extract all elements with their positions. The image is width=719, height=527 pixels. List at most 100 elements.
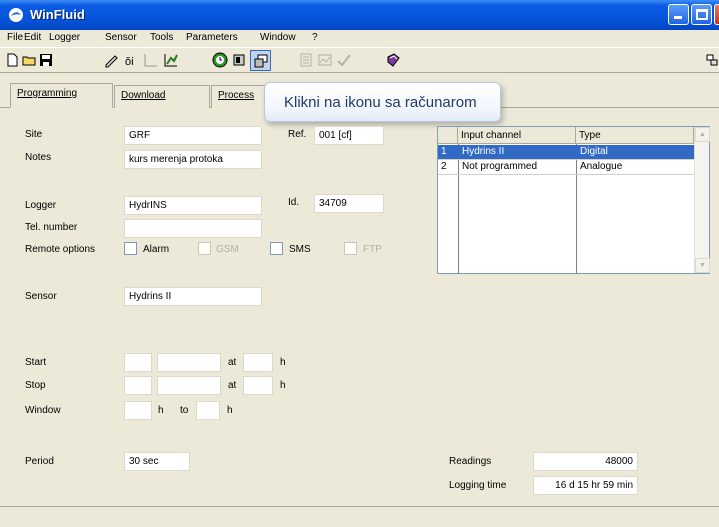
- site-label: Site: [25, 129, 43, 140]
- clock-icon[interactable]: [212, 52, 228, 68]
- tab-download-label: Download: [121, 90, 166, 101]
- grid-scrollbar[interactable]: ▲ ▼: [694, 127, 710, 273]
- tel-number-field[interactable]: [124, 219, 262, 238]
- sensor-field[interactable]: Hydrins II: [124, 287, 262, 306]
- sms-checkbox[interactable]: [270, 242, 283, 255]
- menu-tools[interactable]: Tools: [150, 32, 173, 43]
- network-icon[interactable]: [704, 52, 719, 68]
- table-row-2-type[interactable]: Analogue: [577, 160, 694, 174]
- stop-label: Stop: [25, 380, 46, 391]
- status-bar: [0, 506, 719, 527]
- maximize-button[interactable]: [691, 4, 712, 25]
- tab-process[interactable]: Process: [211, 85, 271, 108]
- stop-hour-field[interactable]: [243, 376, 273, 395]
- window-title: WinFluid: [30, 7, 85, 22]
- start-day-field[interactable]: [124, 353, 152, 372]
- logger-field[interactable]: HydrINS: [124, 196, 262, 215]
- window-to-label: to: [180, 405, 189, 416]
- book-icon[interactable]: [385, 52, 401, 68]
- table-row-2-channel[interactable]: Not programmed: [459, 160, 576, 174]
- list-icon: [300, 53, 312, 67]
- menu-parameters[interactable]: Parameters: [186, 32, 238, 43]
- tab-programming-label: Programming: [17, 88, 78, 99]
- check-disabled-icon: [337, 54, 351, 67]
- graph-disabled-icon: [318, 54, 332, 66]
- window-from-field[interactable]: [124, 401, 152, 420]
- table-row-1-num[interactable]: 1: [438, 145, 458, 159]
- stop-date-field[interactable]: [157, 376, 221, 395]
- svg-text:ŏi: ŏi: [125, 56, 134, 68]
- id-label: Id.: [288, 197, 300, 208]
- scroll-down-icon[interactable]: ▼: [695, 258, 710, 273]
- chart-icon[interactable]: [163, 52, 179, 68]
- app-icon: [9, 8, 23, 22]
- window-label: Window: [25, 405, 61, 416]
- menu-file[interactable]: File: [7, 32, 23, 43]
- title-bar[interactable]: WinFluid: [0, 0, 719, 30]
- menu-sensor[interactable]: Sensor: [105, 32, 137, 43]
- ftp-checkbox: [344, 242, 357, 255]
- sms-label: SMS: [289, 244, 311, 255]
- logger-label: Logger: [25, 200, 57, 211]
- grid-row-divider: [438, 174, 694, 175]
- window-from-h-label: h: [158, 405, 164, 416]
- grid-header-num[interactable]: [438, 127, 458, 144]
- stop-day-field[interactable]: [124, 376, 152, 395]
- close-button[interactable]: [714, 4, 719, 25]
- chart-empty-icon[interactable]: [143, 52, 159, 68]
- logging-time-label: Logging time: [449, 480, 507, 491]
- minimize-button[interactable]: [668, 4, 689, 25]
- stop-h-label: h: [280, 380, 286, 391]
- window-to-field[interactable]: [196, 401, 220, 420]
- menu-edit[interactable]: Edit: [24, 32, 41, 43]
- readings-label: Readings: [449, 456, 492, 467]
- gsm-checkbox: [198, 242, 211, 255]
- notes-field[interactable]: kurs merenja protoka: [124, 150, 262, 169]
- new-file-icon[interactable]: [4, 52, 20, 68]
- id-field[interactable]: 34709: [314, 194, 384, 213]
- grid-header-input-channel[interactable]: Input channel: [458, 127, 576, 144]
- computer-button[interactable]: [250, 50, 271, 71]
- tooltip: Klikni na ikonu sa računarom: [264, 82, 501, 122]
- table-row-1-type[interactable]: Digital: [577, 145, 694, 159]
- tel-number-label: Tel. number: [25, 222, 78, 233]
- menu-bar: File Edit Logger Sensor Tools Parameters…: [0, 30, 719, 46]
- start-hour-field[interactable]: [243, 353, 273, 372]
- start-h-label: h: [280, 357, 286, 368]
- alarm-checkbox[interactable]: [124, 242, 137, 255]
- table-row-2-num[interactable]: 2: [438, 160, 458, 174]
- ref-label: Ref.: [288, 129, 307, 140]
- computer-icon: [254, 54, 268, 68]
- start-date-field[interactable]: [157, 353, 221, 372]
- tab-download[interactable]: Download: [114, 85, 210, 108]
- toolbar: ŏi: [0, 47, 719, 73]
- format-icon[interactable]: ŏi: [124, 52, 140, 68]
- ref-field[interactable]: 001 [cf]: [314, 126, 384, 145]
- gsm-label: GSM: [216, 244, 239, 255]
- tab-process-label: Process: [218, 90, 255, 101]
- period-field[interactable]: 30 sec: [124, 452, 190, 471]
- window-to-h-label: h: [227, 405, 233, 416]
- menu-logger[interactable]: Logger: [49, 32, 80, 43]
- menu-help[interactable]: ?: [312, 32, 318, 43]
- logger-device-icon[interactable]: [231, 52, 247, 68]
- open-folder-icon[interactable]: [21, 52, 37, 68]
- start-label: Start: [25, 357, 47, 368]
- start-at-label: at: [228, 357, 237, 368]
- remote-options-label: Remote options: [25, 244, 96, 255]
- site-field[interactable]: GRF: [124, 126, 262, 145]
- menu-window[interactable]: Window: [260, 32, 296, 43]
- ftp-label: FTP: [363, 244, 382, 255]
- logging-time-field: 16 d 15 hr 59 min: [533, 476, 638, 495]
- tab-programming[interactable]: Programming: [10, 83, 113, 108]
- scroll-up-icon[interactable]: ▲: [695, 127, 710, 142]
- input-channel-grid[interactable]: Input channel Type 1 Hydrins II Digital …: [437, 126, 710, 274]
- save-icon[interactable]: [38, 52, 54, 68]
- period-label: Period: [25, 456, 54, 467]
- alarm-label: Alarm: [143, 244, 170, 255]
- stop-at-label: at: [228, 380, 237, 391]
- readings-field: 48000: [533, 452, 638, 471]
- grid-header-type[interactable]: Type: [576, 127, 694, 144]
- table-row-1-channel[interactable]: Hydrins II: [459, 145, 576, 159]
- edit-icon[interactable]: [104, 52, 120, 68]
